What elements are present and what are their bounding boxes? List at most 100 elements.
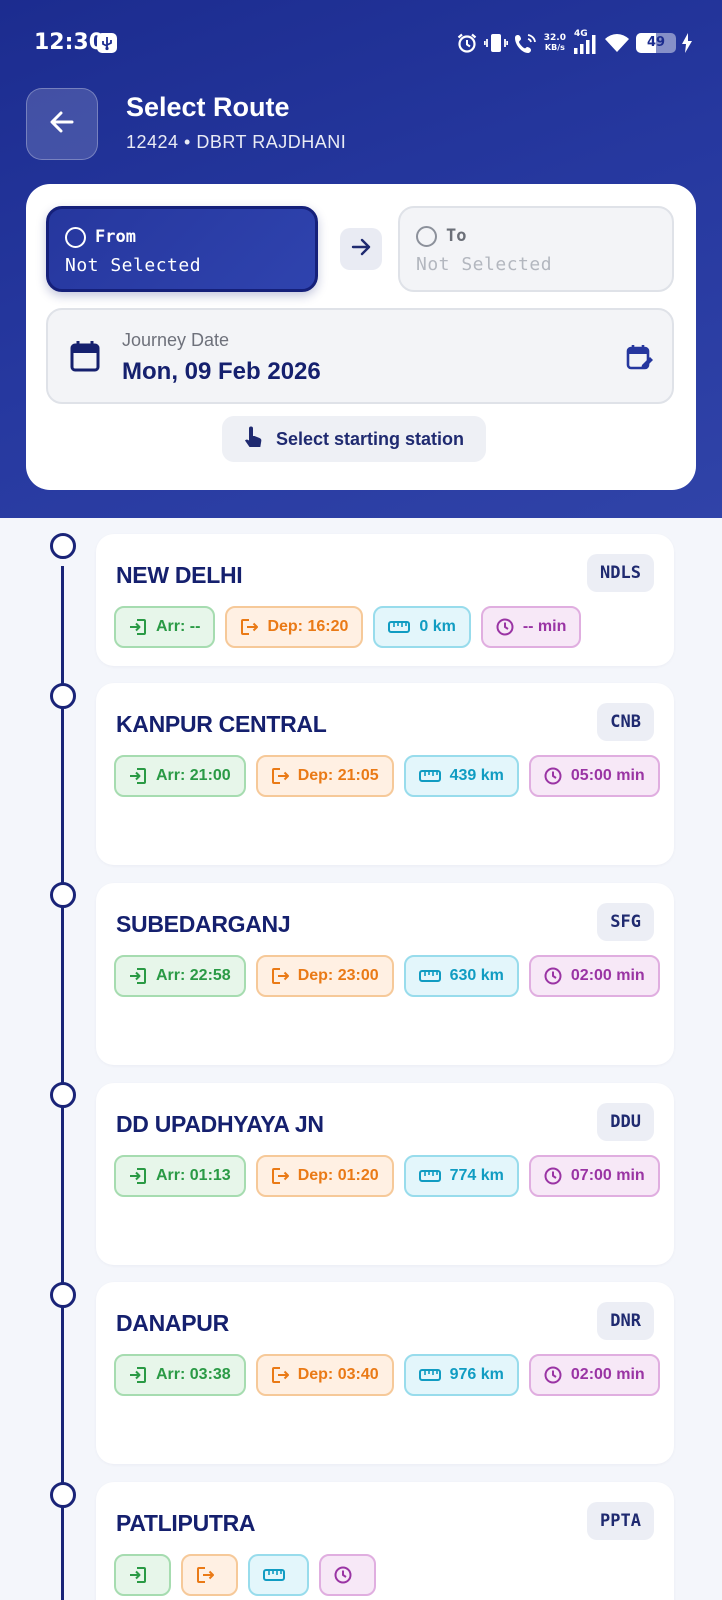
departure-chip: Dep: 23:00 [255,955,394,997]
departure-chip: Dep: 21:05 [255,755,394,797]
clock-icon [544,967,562,985]
timeline-node [50,882,76,908]
arrival-chip-text: Arr: 22:58 [156,967,231,984]
wifi-icon [604,32,630,54]
radio-unchecked-icon [416,226,437,247]
direction-arrow-button[interactable] [340,228,382,270]
arrival-chip-text: Arr: 01:13 [156,1167,231,1184]
station-code-badge: DNR [597,1302,654,1340]
ruler-icon [418,769,441,783]
arrival-chip: Arr: 21:00 [114,755,246,797]
to-value: Not Selected [416,254,553,275]
duration-chip: -- min [480,606,582,648]
duration-chip [319,1554,376,1596]
timeline-node [50,533,76,559]
arrival-icon [129,1566,147,1584]
distance-chip-text: 774 km [449,1167,504,1184]
battery-icon: 49 [636,33,676,53]
station-info-chips: Arr: -- Dep: 16:20 0 km -- min [114,606,664,648]
timeline-node [50,1282,76,1308]
station-info-chips [114,1554,664,1596]
arrival-chip-text: Arr: 21:00 [156,767,231,784]
station-code-badge: DDU [597,1103,654,1141]
arrival-chip-text: Arr: -- [156,618,201,635]
duration-chip-text: -- min [522,618,567,635]
departure-icon [271,967,289,985]
departure-icon [240,618,259,636]
arrival-chip: Arr: -- [114,606,216,648]
ruler-icon [418,1169,441,1183]
ruler-icon [418,1368,441,1382]
departure-chip-text: Dep: 01:20 [297,1167,379,1184]
station-card[interactable]: PATLIPUTRA PPTA [96,1482,674,1600]
station-name: NEW DELHI [116,562,243,588]
station-name: KANPUR CENTRAL [116,711,327,737]
to-label: To [446,226,467,246]
arrival-chip-text: Arr: 03:38 [156,1366,231,1383]
status-time: 12:30 [34,30,105,55]
calendar-icon [70,340,100,377]
arrival-icon [129,967,147,985]
duration-chip-text: 07:00 min [570,1167,645,1184]
duration-chip-text: 02:00 min [570,1366,645,1383]
arrival-icon [129,1366,147,1384]
clock-icon [334,1566,352,1584]
back-button[interactable] [26,88,98,160]
arrival-chip: Arr: 01:13 [114,1155,246,1197]
station-code-badge: NDLS [587,554,654,592]
charging-icon [682,33,692,53]
departure-icon [271,1167,289,1185]
select-start-hint: Select starting station [222,416,486,462]
journey-date-value: Mon, 09 Feb 2026 [122,358,321,385]
ruler-icon [263,1568,285,1582]
usb-icon [96,32,118,54]
radio-unchecked-icon [65,227,86,248]
station-name: SUBEDARGANJ [116,911,291,937]
journey-date-picker[interactable]: Journey Date Mon, 09 Feb 2026 [46,308,674,404]
clock-icon [544,1167,562,1185]
duration-chip: 02:00 min [528,955,660,997]
departure-icon [196,1566,214,1584]
clock-icon [496,618,514,636]
ruler-icon [418,969,441,983]
distance-chip-text: 439 km [449,767,504,784]
to-station-selector[interactable]: To Not Selected [398,206,674,292]
clock-icon [544,767,562,785]
status-bar: 12:30 32.0 KB/s 4G 49 [0,0,722,88]
timeline-node [50,1482,76,1508]
timeline-node [50,1082,76,1108]
station-name: PATLIPUTRA [116,1510,256,1536]
from-label: From [95,227,136,247]
edit-calendar-icon[interactable] [626,344,654,377]
departure-chip-text: Dep: 16:20 [267,618,349,635]
distance-chip: 630 km [403,955,519,997]
departure-chip: Dep: 01:20 [255,1155,394,1197]
status-icons: 32.0 KB/s 4G 49 [456,29,692,56]
arrival-icon [129,767,147,785]
departure-icon [271,1366,289,1384]
wifi-calling-icon [514,32,538,54]
arrival-icon [129,1167,147,1185]
from-station-selector[interactable]: From Not Selected [46,206,318,292]
page-title: Select Route [126,92,290,122]
station-info-chips: Arr: 01:13 Dep: 01:20 774 km 07:00 min [114,1155,664,1197]
station-card[interactable]: NEW DELHI NDLS Arr: -- Dep: 16:20 0 km -- min [96,534,674,666]
cell-signal-icon: 4G [572,29,598,55]
header: 12:30 32.0 KB/s 4G 49 Select Route 12424… [0,0,722,518]
network-speed: 32.0 KB/s [543,33,566,53]
timeline-node [50,683,76,709]
station-card[interactable]: DANAPUR DNR Arr: 03:38 Dep: 03:40 976 km 02:0… [96,1282,674,1464]
clock-icon [544,1366,562,1384]
departure-chip [181,1554,238,1596]
station-card[interactable]: DD UPADHYAYA JN DDU Arr: 01:13 Dep: 01:20 77… [96,1083,674,1265]
duration-chip-text: 05:00 min [570,767,645,784]
hint-text: Select starting station [276,428,465,449]
departure-icon [271,767,289,785]
station-info-chips: Arr: 03:38 Dep: 03:40 976 km 02:00 min [114,1354,664,1396]
alarm-icon [456,32,478,54]
station-card[interactable]: KANPUR CENTRAL CNB Arr: 21:00 Dep: 21:05 439… [96,683,674,865]
station-code-badge: PPTA [587,1502,654,1540]
departure-chip-text: Dep: 23:00 [297,967,379,984]
station-card[interactable]: SUBEDARGANJ SFG Arr: 22:58 Dep: 23:00 630 km… [96,883,674,1065]
duration-chip: 02:00 min [528,1354,660,1396]
